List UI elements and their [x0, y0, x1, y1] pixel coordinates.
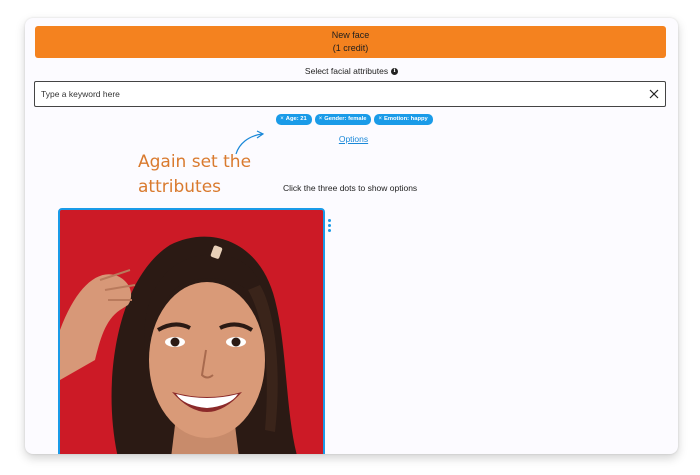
annotation-line-2: attributes	[138, 177, 222, 197]
chip-label: Emotion: happy	[383, 116, 428, 122]
keyword-search-box	[34, 81, 666, 107]
attribute-chips: × Age: 21 × Gender: female × Emotion: ha…	[25, 114, 678, 125]
dot	[328, 224, 331, 227]
dot	[328, 229, 331, 232]
new-face-button[interactable]: New face (1 credit)	[35, 26, 666, 58]
face-portrait-icon	[60, 210, 323, 454]
chip-emotion[interactable]: × Emotion: happy	[374, 114, 433, 125]
credit-label: (1 credit)	[332, 43, 369, 53]
hint-text: Click the three dots to show options	[283, 183, 418, 193]
info-icon[interactable]: i	[391, 67, 399, 75]
chip-remove-icon[interactable]: ×	[378, 116, 382, 123]
chip-remove-icon[interactable]: ×	[280, 116, 284, 123]
annotation-line-1: Again set the	[138, 152, 252, 172]
keyword-input[interactable]	[35, 89, 643, 99]
generated-face-image[interactable]	[58, 208, 325, 454]
chip-remove-icon[interactable]: ×	[319, 116, 323, 123]
dot	[328, 219, 331, 222]
options-link[interactable]: Options	[25, 134, 678, 144]
chip-label: Gender: female	[324, 116, 367, 122]
chip-label: Age: 21	[285, 116, 307, 122]
chip-age[interactable]: × Age: 21	[276, 114, 312, 125]
close-icon[interactable]	[643, 83, 665, 105]
attributes-label: Select facial attributes	[304, 66, 389, 76]
annotation-text: Again set the attributes	[138, 150, 288, 200]
more-options-dots-icon[interactable]	[328, 219, 331, 232]
generator-card: New face (1 credit) Select facial attrib…	[25, 18, 678, 454]
new-face-label: New face	[331, 30, 370, 40]
chip-gender[interactable]: × Gender: female	[314, 114, 372, 125]
attributes-heading: Select facial attributes i	[25, 66, 678, 76]
